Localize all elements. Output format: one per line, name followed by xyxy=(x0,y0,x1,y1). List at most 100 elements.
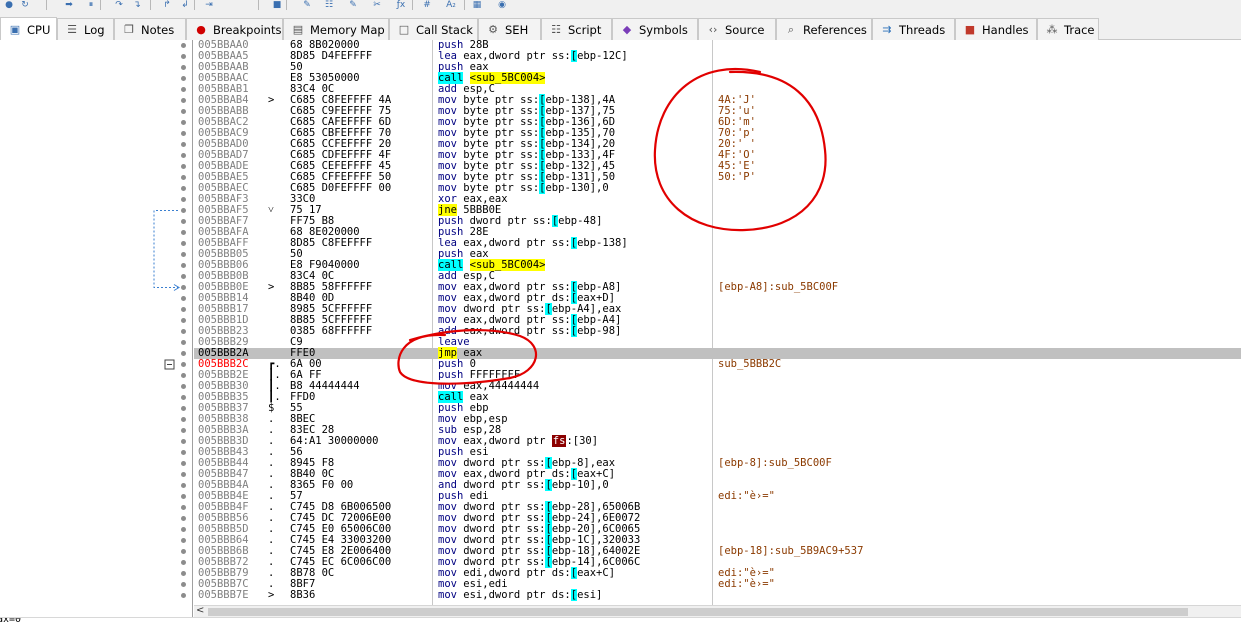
tab-handles[interactable]: ■ Handles xyxy=(955,18,1037,40)
tab-references[interactable]: ⌕ References xyxy=(776,18,872,40)
disasm-row[interactable]: 005BBB7C. 8BF7 mov esi,edi edi:"è›=" xyxy=(194,579,1241,590)
horizontal-scrollbar[interactable]: < xyxy=(194,605,1241,617)
breakpoint-dot[interactable] xyxy=(181,483,186,488)
breakpoint-dot[interactable] xyxy=(181,65,186,70)
breakpoint-icon[interactable]: ■ xyxy=(270,0,284,10)
trace-over-icon[interactable]: ↲ xyxy=(178,0,192,10)
function-icon[interactable]: ƒx xyxy=(394,0,408,10)
breakpoint-dot[interactable] xyxy=(181,186,186,191)
disasm-row[interactable]: 005BBB06 E8 F9040000 call <sub_5BC004> xyxy=(194,259,1241,271)
breakpoint-dot[interactable] xyxy=(181,516,186,521)
tab-threads[interactable]: ⇉ Threads xyxy=(872,18,955,40)
breakpoint-dot[interactable] xyxy=(181,131,186,136)
tab-memory-map[interactable]: ▤ Memory Map xyxy=(283,18,389,40)
memory-icon[interactable]: ◉ xyxy=(495,0,509,10)
disasm-row[interactable]: 005BBB30 ┃. B8 44444444 mov eax,44444444 xyxy=(194,381,1241,392)
breakpoint-dot[interactable] xyxy=(181,340,186,345)
breakpoint-dot[interactable] xyxy=(181,208,186,213)
breakpoint-dot[interactable] xyxy=(181,98,186,103)
hash-icon[interactable]: # xyxy=(420,0,434,10)
breakpoint-dot[interactable] xyxy=(181,241,186,246)
breakpoint-dot[interactable] xyxy=(181,428,186,433)
breakpoint-dot[interactable] xyxy=(181,527,186,532)
comment-icon[interactable]: ☷ xyxy=(322,0,336,10)
breakpoint-dot[interactable] xyxy=(181,175,186,180)
scroll-left-arrow[interactable]: < xyxy=(196,605,204,617)
breakpoint-dot[interactable] xyxy=(181,461,186,466)
breakpoint-dot[interactable] xyxy=(181,307,186,312)
breakpoint-dot[interactable] xyxy=(181,318,186,323)
breakpoint-dot[interactable] xyxy=(181,351,186,356)
breakpoint-dot[interactable] xyxy=(181,450,186,455)
run-icon[interactable]: ➡ xyxy=(62,0,76,10)
breakpoint-dot[interactable] xyxy=(181,494,186,499)
tab-source[interactable]: ‹› Source xyxy=(698,18,776,40)
font-icon[interactable]: A₂ xyxy=(444,0,458,10)
disasm-row[interactable]: 005BBB38. 8BEC mov ebp,esp xyxy=(194,414,1241,425)
pause-icon[interactable]: ⏸ xyxy=(84,0,98,10)
breakpoint-dot[interactable] xyxy=(181,252,186,257)
breakpoint-dot[interactable] xyxy=(181,274,186,279)
breakpoint-dot[interactable] xyxy=(181,120,186,125)
breakpoint-dot[interactable] xyxy=(181,417,186,422)
disasm-row[interactable]: 005BBAEC C685 D0FEFFFF 00 mov byte ptr ss:… xyxy=(194,182,1241,194)
disasm-row[interactable]: 005BBB3D. 64:A1 30000000 mov eax,dword ptr… xyxy=(194,435,1241,447)
disassembly-view[interactable]: 005BBAA0 68 8B020000 push 28B 005BBAA5 8D85 … xyxy=(194,40,1241,605)
breakpoint-dot[interactable] xyxy=(181,230,186,235)
disasm-row[interactable]: 005BBAF5 ˅ 75 17 jne 5BBB0E xyxy=(194,204,1241,216)
disasm-row[interactable]: 005BBB23 0385 68FFFFFF add eax,dword ptr s… xyxy=(194,325,1241,337)
patch-icon[interactable]: ✎ xyxy=(300,0,314,10)
trace-into-icon[interactable]: ↱ xyxy=(160,0,174,10)
breakpoint-dot[interactable] xyxy=(181,142,186,147)
breakpoint-dot[interactable] xyxy=(181,538,186,543)
scrollbar-thumb[interactable] xyxy=(208,608,1188,616)
breakpoint-dot[interactable] xyxy=(181,153,186,158)
disasm-row[interactable]: 005BBAAC E8 53050000 call <sub_5BC004> xyxy=(194,72,1241,84)
breakpoint-dot[interactable] xyxy=(181,197,186,202)
tab-log[interactable]: ☰ Log xyxy=(57,18,114,40)
restart-icon[interactable]: ↻ xyxy=(18,0,32,10)
breakpoint-dot[interactable] xyxy=(181,439,186,444)
tab-script[interactable]: ☷ Script xyxy=(541,18,612,40)
tab-trace[interactable]: ⁂ Trace xyxy=(1037,18,1099,40)
disasm-row[interactable]: 005BBAA5 8D85 D4FEFFFF lea eax,dword ptr s… xyxy=(194,50,1241,62)
breakpoint-dot[interactable] xyxy=(181,43,186,48)
disasm-row[interactable]: 005BBB29 C9 leave xyxy=(194,337,1241,348)
breakpoint-dot[interactable] xyxy=(181,395,186,400)
tab-notes[interactable]: ❐ Notes xyxy=(114,18,186,40)
breakpoint-dot[interactable] xyxy=(181,549,186,554)
breakpoint-dot[interactable] xyxy=(181,285,186,290)
label-icon[interactable]: ✎ xyxy=(346,0,360,10)
breakpoint-dot[interactable] xyxy=(181,373,186,378)
disasm-row[interactable]: 005BBB44. 8945 F8 mov dword ptr ss:[ebp-8]… xyxy=(194,457,1241,469)
breakpoint-dot[interactable] xyxy=(181,582,186,587)
breakpoint-dot[interactable] xyxy=(181,164,186,169)
tab-cpu[interactable]: ▣ CPU xyxy=(0,17,57,41)
tab-seh[interactable]: ⚙ SEH xyxy=(478,18,541,40)
disasm-row[interactable]: 005BBB35 ┃. FFD0 call eax xyxy=(194,391,1241,403)
breakpoint-dot[interactable] xyxy=(181,263,186,268)
disasm-row[interactable]: 005BBAF3 33C0 xor eax,eax xyxy=(194,194,1241,205)
breakpoint-dot[interactable] xyxy=(181,296,186,301)
disasm-row[interactable]: 005BBB2C ┏. 6A 00 push 0 sub_5BBB2C xyxy=(194,359,1241,370)
calculator-icon[interactable]: ▦ xyxy=(470,0,484,10)
breakpoint-dot[interactable] xyxy=(181,76,186,81)
breakpoint-dot[interactable] xyxy=(181,406,186,411)
tab-breakpoints[interactable]: ● Breakpoints xyxy=(186,18,283,40)
breakpoint-dot[interactable] xyxy=(181,109,186,114)
breakpoint-dot[interactable] xyxy=(181,329,186,334)
disasm-row[interactable]: 005BBB0E >8B85 58FFFFFF mov eax,dword ptr … xyxy=(194,281,1241,293)
breakpoint-dot[interactable] xyxy=(181,560,186,565)
step-into-icon[interactable]: ↷ xyxy=(112,0,126,10)
execute-till-return-icon[interactable]: ⇥ xyxy=(202,0,216,10)
breakpoint-dot[interactable] xyxy=(181,505,186,510)
breakpoint-dot[interactable] xyxy=(181,384,186,389)
stop-icon[interactable]: ● xyxy=(2,0,16,10)
disasm-row[interactable]: 005BBB7E >8B36 mov esi,dword ptr ds:[esi] xyxy=(194,589,1241,601)
disasm-row[interactable]: 005BBAFF 8D85 C8FEFFFF lea eax,dword ptr s… xyxy=(194,237,1241,249)
tab-call-stack[interactable]: □ Call Stack xyxy=(389,18,478,40)
breakpoint-dot[interactable] xyxy=(181,472,186,477)
highlight-icon[interactable]: ✂ xyxy=(370,0,384,10)
breakpoint-dot[interactable] xyxy=(181,571,186,576)
breakpoint-dot[interactable] xyxy=(181,362,186,367)
